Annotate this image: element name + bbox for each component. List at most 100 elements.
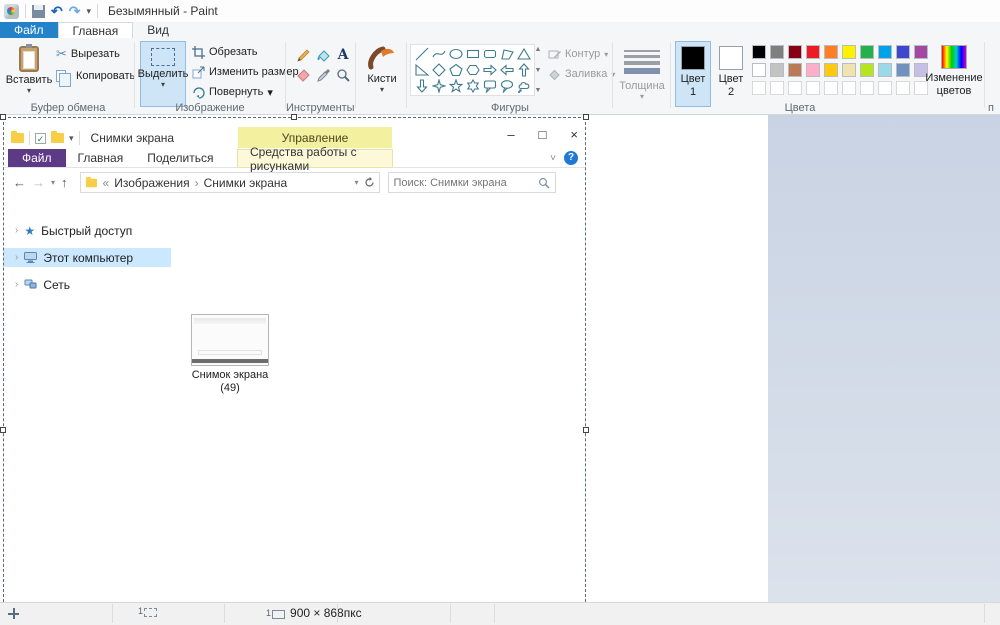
shape-right-triangle-icon[interactable] bbox=[413, 62, 430, 78]
edit-colors-button[interactable]: Изменениецветов bbox=[928, 41, 980, 107]
palette-color[interactable] bbox=[752, 63, 766, 77]
crop-button[interactable]: Обрезать bbox=[192, 44, 258, 60]
resize-button[interactable]: Изменить размер bbox=[192, 64, 299, 80]
redo-icon[interactable]: ↷ bbox=[69, 4, 81, 18]
palette-color[interactable] bbox=[860, 63, 874, 77]
brushes-dropdown-icon[interactable]: ▾ bbox=[380, 85, 384, 94]
shape-outline-button[interactable]: Контур ▾ bbox=[548, 46, 608, 62]
palette-color[interactable] bbox=[896, 45, 910, 59]
paste-dropdown-icon[interactable]: ▾ bbox=[27, 86, 31, 95]
palette-color[interactable] bbox=[824, 45, 838, 59]
palette-color[interactable] bbox=[878, 63, 892, 77]
selection-border[interactable] bbox=[3, 117, 586, 602]
shapes-scroll-down-icon[interactable]: ▼ bbox=[535, 67, 542, 74]
shapes-scroll-up-icon[interactable]: ▲ bbox=[535, 46, 542, 53]
shape-pentagon-icon[interactable] bbox=[447, 62, 464, 78]
undo-icon[interactable]: ↶ bbox=[51, 4, 63, 18]
palette-color-empty[interactable] bbox=[752, 81, 766, 95]
eraser-tool-icon[interactable] bbox=[294, 66, 312, 84]
cut-button[interactable]: ✂ Вырезать bbox=[56, 46, 120, 62]
thickness-dropdown-icon[interactable]: ▾ bbox=[640, 92, 644, 101]
selection-handle-top-center[interactable] bbox=[291, 114, 297, 120]
shapes-more-icon[interactable]: ▼ bbox=[535, 87, 542, 94]
tab-home[interactable]: Главная bbox=[58, 22, 134, 38]
rotate-icon bbox=[192, 86, 205, 99]
shape-diamond-icon[interactable] bbox=[430, 62, 447, 78]
palette-color[interactable] bbox=[878, 45, 892, 59]
palette-color[interactable] bbox=[806, 63, 820, 77]
outline-dropdown-icon[interactable]: ▾ bbox=[604, 50, 608, 59]
palette-color[interactable] bbox=[842, 45, 856, 59]
fill-tool-icon[interactable] bbox=[314, 46, 332, 64]
shape-callout-cloud-icon[interactable] bbox=[515, 78, 532, 94]
selection-handle-middle-right[interactable] bbox=[583, 427, 589, 433]
crop-icon bbox=[192, 46, 205, 59]
palette-color-empty[interactable] bbox=[824, 81, 838, 95]
shape-arrow-down-icon[interactable] bbox=[413, 78, 430, 94]
rotate-dropdown-icon[interactable]: ▾ bbox=[267, 86, 273, 99]
shape-hexagon-icon[interactable] bbox=[464, 62, 481, 78]
group-label-image: Изображение bbox=[140, 102, 280, 114]
palette-color[interactable] bbox=[824, 63, 838, 77]
shape-callout-rounded-icon[interactable] bbox=[481, 78, 498, 94]
shape-arrow-up-icon[interactable] bbox=[515, 62, 532, 78]
color1-button[interactable]: Цвет1 bbox=[675, 41, 711, 107]
palette-color[interactable] bbox=[752, 45, 766, 59]
shapes-scroll[interactable]: ▲ ▼ ▼ bbox=[533, 46, 543, 94]
color-picker-tool-icon[interactable] bbox=[314, 66, 332, 84]
statusbar-divider bbox=[450, 604, 451, 623]
shape-rounded-rectangle-icon[interactable] bbox=[481, 46, 498, 62]
shape-rectangle-icon[interactable] bbox=[464, 46, 481, 62]
save-icon[interactable] bbox=[32, 5, 45, 18]
shape-line-icon[interactable] bbox=[413, 46, 430, 62]
tab-view[interactable]: Вид bbox=[133, 22, 183, 38]
shape-callout-oval-icon[interactable] bbox=[498, 78, 515, 94]
shape-arrow-right-icon[interactable] bbox=[481, 62, 498, 78]
palette-color[interactable] bbox=[896, 63, 910, 77]
palette-color-empty[interactable] bbox=[860, 81, 874, 95]
copy-button[interactable]: Копировать bbox=[56, 68, 135, 84]
tab-file[interactable]: Файл bbox=[0, 22, 58, 38]
selection-handle-top-left[interactable] bbox=[0, 114, 6, 120]
shape-polygon-icon[interactable] bbox=[498, 46, 515, 62]
palette-color-empty[interactable] bbox=[878, 81, 892, 95]
shape-star-4-icon[interactable] bbox=[430, 78, 447, 94]
pencil-tool-icon[interactable] bbox=[294, 46, 312, 64]
palette-color[interactable] bbox=[860, 45, 874, 59]
text-tool-icon[interactable]: A bbox=[334, 46, 352, 64]
palette-color[interactable] bbox=[770, 63, 784, 77]
palette-color[interactable] bbox=[806, 45, 820, 59]
palette-color-empty[interactable] bbox=[806, 81, 820, 95]
palette-color[interactable] bbox=[788, 45, 802, 59]
shape-star-5-icon[interactable] bbox=[447, 78, 464, 94]
brushes-button[interactable]: Кисти ▾ bbox=[360, 41, 404, 107]
select-button[interactable]: Выделить ▾ bbox=[140, 41, 186, 107]
selection-handle-top-right[interactable] bbox=[583, 114, 589, 120]
image-size-icon bbox=[272, 610, 285, 619]
shape-fill-button[interactable]: Заливка ▾ bbox=[548, 66, 615, 82]
palette-color[interactable] bbox=[842, 63, 856, 77]
selection-handle-middle-left[interactable] bbox=[0, 427, 6, 433]
group-separator bbox=[406, 42, 407, 108]
shape-curve-icon[interactable] bbox=[430, 46, 447, 62]
paste-button[interactable]: Вставить ▾ bbox=[6, 41, 52, 107]
palette-color-empty[interactable] bbox=[842, 81, 856, 95]
select-dropdown-icon[interactable]: ▾ bbox=[161, 80, 165, 89]
palette-color-empty[interactable] bbox=[788, 81, 802, 95]
quick-access-dropdown-icon[interactable]: ▾ bbox=[86, 6, 91, 17]
rotate-button[interactable]: Повернуть ▾ bbox=[192, 84, 273, 100]
shape-triangle-icon[interactable] bbox=[515, 46, 532, 62]
thickness-button[interactable]: Толщина ▾ bbox=[616, 41, 668, 107]
color2-button[interactable]: Цвет2 bbox=[713, 41, 749, 107]
shape-star-6-icon[interactable] bbox=[464, 78, 481, 94]
palette-color[interactable] bbox=[788, 63, 802, 77]
palette-color[interactable] bbox=[914, 45, 928, 59]
group-separator bbox=[984, 42, 985, 108]
magnifier-tool-icon[interactable] bbox=[334, 66, 352, 84]
statusbar-divider bbox=[224, 604, 225, 623]
palette-color-empty[interactable] bbox=[770, 81, 784, 95]
shape-arrow-left-icon[interactable] bbox=[498, 62, 515, 78]
shape-ellipse-icon[interactable] bbox=[447, 46, 464, 62]
palette-color-empty[interactable] bbox=[896, 81, 910, 95]
palette-color[interactable] bbox=[770, 45, 784, 59]
